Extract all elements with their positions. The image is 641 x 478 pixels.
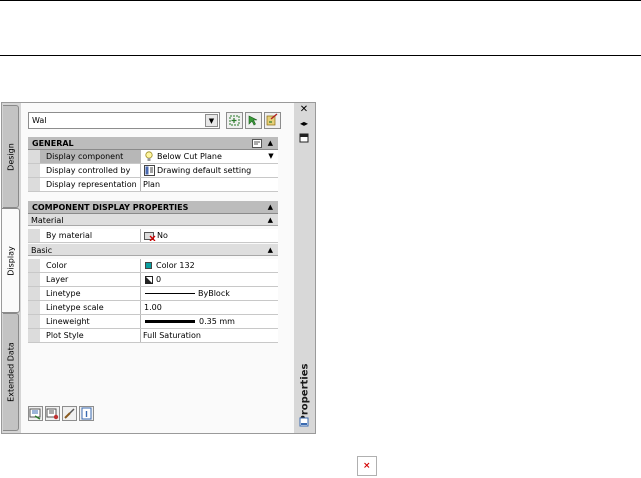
style-manager-icon	[46, 408, 59, 420]
palette-tab-strip: Design Display Extended Data	[2, 103, 21, 433]
close-icon[interactable]: ✕	[298, 105, 310, 115]
paint-brush-button[interactable]	[62, 406, 77, 421]
prop-key: Display representation	[46, 180, 137, 189]
select-objects-icon	[229, 115, 240, 126]
collapse-icon[interactable]: ▲	[268, 203, 273, 211]
layer-icon	[145, 276, 153, 284]
quick-select-button[interactable]	[245, 112, 262, 129]
linetype-preview	[145, 293, 195, 294]
prop-row-layer[interactable]: Layer 0	[28, 273, 278, 287]
display-properties-icon[interactable]	[252, 139, 262, 148]
lineweight-preview	[145, 320, 195, 323]
palette-title: Properties	[299, 363, 310, 423]
category-basic[interactable]: Basic ▲	[28, 244, 278, 256]
properties-palette: Design Display Extended Data Wal ▼ GENER…	[1, 102, 316, 434]
edit-style-button[interactable]	[264, 112, 281, 129]
prop-value: ByBlock	[198, 289, 230, 298]
category-material-label: Material	[31, 216, 64, 225]
prop-key: Display controlled by	[46, 166, 131, 175]
display-manager-button[interactable]	[28, 406, 43, 421]
prop-key: Plot Style	[46, 331, 84, 340]
prop-key: By material	[46, 231, 93, 240]
auto-hide-icon[interactable]: ◂▸	[298, 119, 310, 129]
paint-brush-icon	[64, 408, 75, 419]
prop-value: 0	[156, 275, 162, 284]
select-objects-button[interactable]	[226, 112, 243, 129]
collapse-icon[interactable]: ▲	[268, 139, 273, 147]
prop-row-color[interactable]: Color Color 132	[28, 259, 278, 273]
prop-value: Full Saturation	[143, 331, 201, 340]
style-manager-button[interactable]	[45, 406, 60, 421]
prop-value: Below Cut Plane	[157, 152, 222, 161]
section-component-title: COMPONENT DISPLAY PROPERTIES	[32, 203, 189, 212]
prop-row-display-representation[interactable]: Display representation Plan	[28, 178, 278, 192]
info-button[interactable]	[79, 406, 94, 421]
quick-select-icon	[248, 115, 258, 126]
palette-properties-icon[interactable]	[298, 133, 310, 143]
prop-key: Linetype	[46, 289, 81, 298]
info-icon	[81, 407, 92, 420]
section-general-title: GENERAL	[32, 139, 74, 148]
section-general[interactable]: GENERAL ▲	[28, 137, 278, 150]
style-selector[interactable]: Wal ▼	[28, 112, 220, 129]
prop-row-display-controlled-by[interactable]: Display controlled by Drawing default se…	[28, 164, 278, 178]
prop-value: Drawing default setting	[157, 166, 252, 175]
palette-menu-icon[interactable]	[298, 417, 310, 427]
prop-key: Color	[46, 261, 67, 270]
material-off-icon	[144, 232, 156, 241]
prop-value: Color 132	[156, 261, 195, 270]
lightbulb-icon	[145, 151, 153, 161]
prop-value: Plan	[143, 180, 161, 189]
separator-rule	[0, 55, 641, 56]
tab-design-label: Design	[6, 142, 15, 171]
tab-extended-data-label: Extended Data	[6, 342, 15, 402]
collapse-icon[interactable]: ▲	[268, 246, 273, 254]
tab-display[interactable]: Display	[2, 208, 20, 313]
prop-value: No	[157, 231, 168, 240]
prop-key: Lineweight	[46, 317, 90, 326]
color-swatch	[145, 262, 152, 269]
prop-row-display-component[interactable]: Display component Below Cut Plane ▼	[28, 150, 278, 164]
prop-value: 1.00	[144, 303, 162, 312]
prop-row-linetype[interactable]: Linetype ByBlock	[28, 287, 278, 301]
tab-display-label: Display	[6, 245, 15, 276]
tab-extended-data[interactable]: Extended Data	[3, 313, 19, 431]
category-basic-label: Basic	[31, 246, 53, 255]
prop-key: Linetype scale	[46, 303, 104, 312]
prop-key: Layer	[46, 275, 69, 284]
prop-key: Display component	[46, 152, 124, 161]
collapse-icon[interactable]: ▲	[268, 216, 273, 224]
section-component-display-properties[interactable]: COMPONENT DISPLAY PROPERTIES ▲	[28, 201, 278, 214]
prop-row-by-material[interactable]: By material No	[28, 229, 278, 243]
prop-value: 0.35 mm	[199, 317, 235, 326]
edit-style-icon	[266, 113, 278, 126]
display-manager-icon	[29, 408, 41, 420]
category-material[interactable]: Material ▲	[28, 214, 278, 226]
prop-row-linetype-scale[interactable]: Linetype scale 1.00	[28, 301, 278, 315]
chevron-down-icon[interactable]: ▼	[265, 150, 277, 163]
top-rule	[0, 0, 641, 1]
style-selector-value: Wal	[32, 116, 47, 125]
drawing-settings-icon	[144, 165, 155, 176]
prop-row-lineweight[interactable]: Lineweight 0.35 mm	[28, 315, 278, 329]
chevron-down-icon[interactable]: ▼	[205, 114, 218, 127]
broken-image-icon: ×	[357, 456, 377, 476]
tab-design[interactable]: Design	[3, 105, 19, 208]
palette-titlebar[interactable]: ✕ ◂▸ Properties	[294, 103, 315, 433]
palette-content: Wal ▼ GENERAL ▲ Display component Below …	[21, 103, 295, 433]
prop-row-plot-style[interactable]: Plot Style Full Saturation	[28, 329, 278, 343]
